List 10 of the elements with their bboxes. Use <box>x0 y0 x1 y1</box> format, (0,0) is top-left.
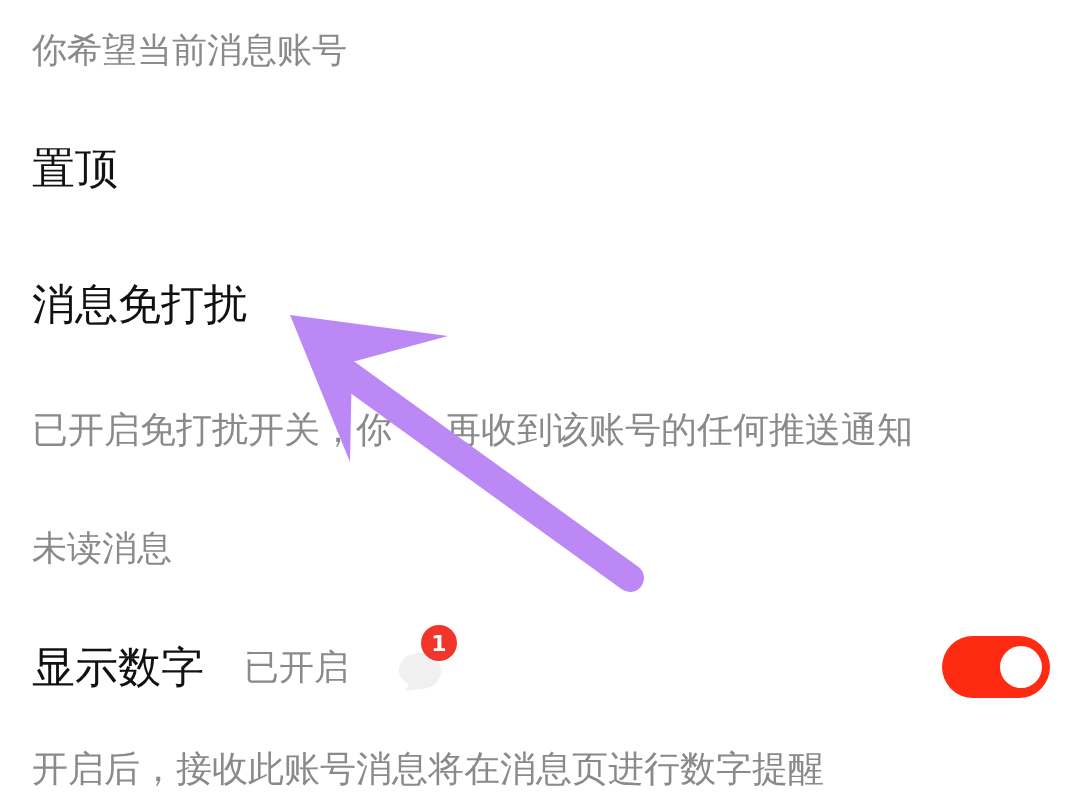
option-label[interactable]: 置顶 <box>32 135 118 201</box>
section-caption: 你希望当前消息账号 <box>32 28 347 72</box>
status-text: 已开启 <box>244 645 349 689</box>
chat-bubble-icon <box>397 651 443 693</box>
option-label[interactable]: 消息免打扰 <box>32 271 247 337</box>
section-caption: 未读消息 <box>32 526 172 570</box>
description-text: 已开启免打扰开关，你 <box>32 408 392 452</box>
setting-label[interactable]: 显示数字 <box>32 634 204 700</box>
description-text: 开启后，接收此账号消息将在消息页进行数字提醒 <box>32 746 824 791</box>
count-badge: 1 <box>421 625 457 661</box>
